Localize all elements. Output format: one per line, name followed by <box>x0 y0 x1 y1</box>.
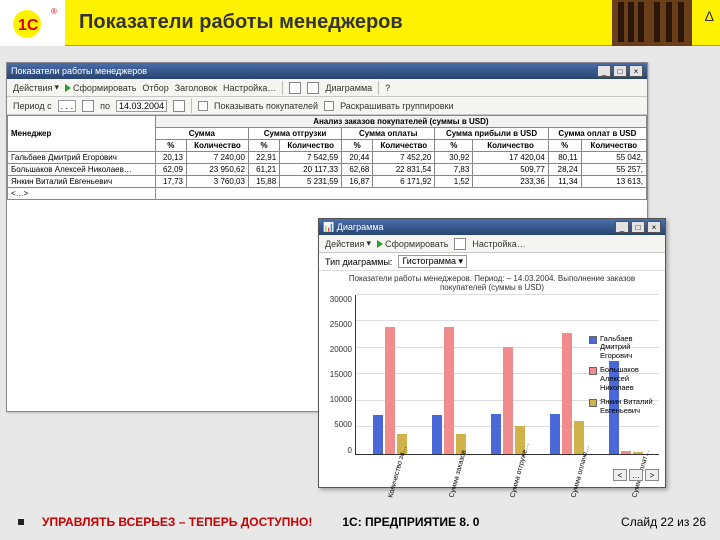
window-close-button[interactable]: × <box>629 65 643 77</box>
slide: 1С ® Показатели работы менеджеров Δ Пока… <box>0 0 720 540</box>
col-profit: Сумма прибыли в USD <box>435 128 548 140</box>
window-title: Показатели работы менеджеров <box>11 66 147 76</box>
chart-tool-icon[interactable] <box>454 238 466 250</box>
chart-window-icon: 📊 <box>323 222 334 233</box>
diagram-button[interactable]: Диаграмма <box>325 83 372 93</box>
col-paid: Сумма оплат в USD <box>548 128 646 140</box>
chart-toolbar: Действия ▾ Сформировать Настройка… <box>319 235 665 253</box>
chart-yaxis: 300002500020000150001000050000 <box>325 295 355 455</box>
logo-1c: 1С ® <box>0 0 65 46</box>
chart-xaxis: Количество за…Сумма заказовСумма отгруже… <box>325 455 659 495</box>
legend-more-button[interactable]: … <box>629 469 643 481</box>
chart-window: 📊 Диаграмма _ □ × Действия ▾ Сформироват… <box>318 218 666 488</box>
chart-bar[interactable] <box>550 414 560 453</box>
date-from-input[interactable]: . . . <box>58 100 77 112</box>
settings-button[interactable]: Настройка… <box>223 83 276 93</box>
chart-legend: Гальбаев Дмитрий Егорович Большаков Алекс… <box>589 335 655 422</box>
footer-mid-text: 1С: ПРЕДПРИЯТИЕ 8. 0 <box>342 515 479 529</box>
play-icon <box>377 240 383 248</box>
tool-icon-2[interactable] <box>307 82 319 94</box>
tool-icon-1[interactable] <box>289 82 301 94</box>
color-groups-label: Раскрашивать группировки <box>340 101 453 111</box>
separator <box>191 99 192 113</box>
color-groups-checkbox[interactable] <box>324 101 334 111</box>
calendar-icon[interactable] <box>173 100 185 112</box>
table-row[interactable]: Большаков Алексей Николаев…62,0923 950,6… <box>8 164 647 176</box>
legend-item: Янкин Виталий Евгеньевич <box>589 398 655 415</box>
chart-bar[interactable] <box>562 333 572 454</box>
slide-title: Показатели работы менеджеров <box>79 11 403 34</box>
date-to-input[interactable]: 14.03.2004 <box>116 100 167 112</box>
chart-titlebar[interactable]: 📊 Диаграмма _ □ × <box>319 219 665 235</box>
window-minimize-button[interactable]: _ <box>597 65 611 77</box>
chart-settings-button[interactable]: Настройка… <box>472 239 525 249</box>
footer-left-text: УПРАВЛЯТЬ ВСЕРЬЕЗ – ТЕПЕРЬ ДОСТУПНО! <box>42 515 312 529</box>
table-row[interactable]: Янкин Виталий Евгеньевич17,733 760,0315,… <box>8 176 647 188</box>
chart-type-label: Тип диаграммы: <box>325 257 392 267</box>
col-manager: Менеджер <box>8 116 156 152</box>
chart-type-row: Тип диаграммы: Гистограмма ▾ <box>319 253 665 271</box>
delta-icon: Δ <box>705 8 714 24</box>
chart-bar[interactable] <box>491 414 501 454</box>
footer-slide-number: Слайд 22 из 26 <box>621 515 706 529</box>
chart-plot-area: 300002500020000150001000050000 Гальбаев … <box>325 295 659 455</box>
svg-text:®: ® <box>51 7 57 16</box>
show-buyers-label: Показывать покупателей <box>214 101 318 111</box>
legend-nav: < … > <box>613 469 659 481</box>
window-maximize-button[interactable]: □ <box>613 65 627 77</box>
footer-bullet-icon <box>18 519 24 525</box>
chart-minimize-button[interactable]: _ <box>615 221 629 233</box>
slide-footer: УПРАВЛЯТЬ ВСЕРЬЕЗ – ТЕПЕРЬ ДОСТУПНО! 1С:… <box>0 512 720 532</box>
toolbar-main: Действия ▾ Сформировать Отбор Заголовок … <box>7 79 647 97</box>
chart-bar[interactable] <box>385 327 395 454</box>
chart-caption: Показатели работы менеджеров. Период: – … <box>325 275 659 293</box>
window-titlebar[interactable]: Показатели работы менеджеров _ □ × <box>7 63 647 79</box>
show-buyers-checkbox[interactable] <box>198 101 208 111</box>
col-pay: Сумма оплаты <box>342 128 435 140</box>
slide-header: 1С ® Показатели работы менеджеров <box>0 0 720 46</box>
col-ship: Сумма отгрузки <box>248 128 341 140</box>
form-button[interactable]: Сформировать <box>65 83 136 93</box>
legend-item: Гальбаев Дмитрий Егорович <box>589 335 655 361</box>
chart-bar[interactable] <box>503 347 513 454</box>
play-icon <box>65 84 71 92</box>
chart-maximize-button[interactable]: □ <box>631 221 645 233</box>
table-row[interactable]: Гальбаев Дмитрий Егорович20,137 240,0022… <box>8 152 647 164</box>
col-sum: Сумма <box>155 128 248 140</box>
header-button[interactable]: Заголовок <box>175 83 217 93</box>
chart-window-title: Диаграмма <box>337 222 384 232</box>
chart-bar[interactable] <box>633 452 643 454</box>
chart-bar[interactable] <box>444 327 454 454</box>
chart-form-button[interactable]: Сформировать <box>377 239 448 249</box>
report-table-wrap[interactable]: Менеджер Анализ заказов покупателей (сум… <box>7 115 647 200</box>
chart-type-select[interactable]: Гистограмма ▾ <box>398 255 467 268</box>
actions-menu[interactable]: Действия ▾ <box>13 82 59 93</box>
legend-item: Большаков Алексей Николаев <box>589 366 655 392</box>
col-group-title: Анализ заказов покупателей (суммы в USD) <box>155 116 646 128</box>
legend-next-button[interactable]: > <box>645 469 659 481</box>
chart-body: Показатели работы менеджеров. Период: – … <box>319 271 665 487</box>
date-to-label: по <box>100 101 110 111</box>
filter-button[interactable]: Отбор <box>142 83 168 93</box>
period-from-label: Период с <box>13 101 52 111</box>
chart-actions-menu[interactable]: Действия ▾ <box>325 238 371 249</box>
legend-prev-button[interactable]: < <box>613 469 627 481</box>
separator <box>282 81 283 95</box>
decorative-image <box>612 0 692 46</box>
chart-bar[interactable] <box>373 415 383 453</box>
separator <box>378 81 379 95</box>
chart-bar[interactable] <box>621 451 631 454</box>
help-button[interactable]: ? <box>385 83 390 93</box>
svg-text:1С: 1С <box>18 17 39 34</box>
chart-close-button[interactable]: × <box>647 221 661 233</box>
calendar-icon[interactable] <box>82 100 94 112</box>
toolbar-period: Период с . . . по 14.03.2004 Показывать … <box>7 97 647 115</box>
chart-bar[interactable] <box>432 415 442 453</box>
report-table: Менеджер Анализ заказов покупателей (сум… <box>7 115 647 200</box>
